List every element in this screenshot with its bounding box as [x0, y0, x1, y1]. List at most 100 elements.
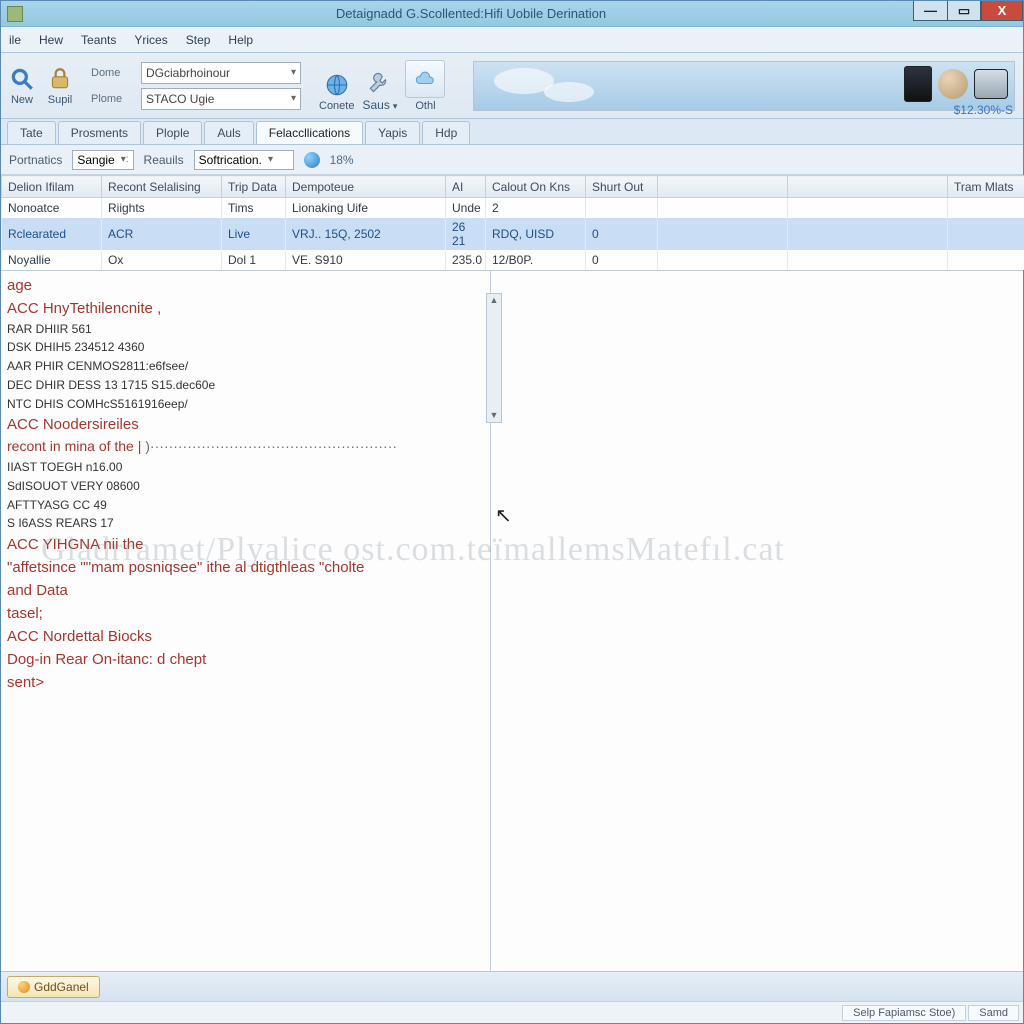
- account-balance: $12.30%-S: [954, 103, 1013, 137]
- menu-help[interactable]: Help: [228, 33, 253, 47]
- detail-line: S I6ASS REARS 17: [7, 515, 484, 532]
- section1-header: ACC HnyTethilencnite ,: [7, 298, 484, 319]
- lock-icon[interactable]: [47, 66, 73, 92]
- col-header[interactable]: Dempoteue: [286, 176, 446, 198]
- search-icon[interactable]: [9, 66, 35, 92]
- window-buttons: — ▭ X: [913, 1, 1023, 26]
- app-icon: [7, 6, 23, 22]
- bottom-bar: GddGanel: [1, 971, 1023, 1001]
- cloud-icon: [414, 70, 436, 88]
- banner: [473, 61, 1015, 111]
- col-header[interactable]: Recont Selalising: [102, 176, 222, 198]
- avatar-icon: [938, 69, 968, 99]
- table-row[interactable]: NonoatceRiightsTimsLionaking UifeUnde2: [2, 198, 1024, 218]
- detail-line: SdISOUOT VERY 08600: [7, 478, 484, 495]
- chevron-down-icon: ▾: [291, 67, 296, 78]
- wrench-icon[interactable]: [367, 70, 393, 96]
- age-label: age: [7, 275, 484, 296]
- ribbon-form: Dome DGciabrhoinour ▾ Plome STACO Ugie ▾: [91, 62, 301, 110]
- tab-tate[interactable]: Tate: [7, 121, 56, 144]
- menu-teants[interactable]: Teants: [81, 33, 116, 47]
- plome-value: STACO Ugie: [146, 92, 214, 106]
- col-header[interactable]: Calout On Kns: [486, 176, 586, 198]
- status-bar: Selp Fapiamsc Stoe) Samd: [1, 1001, 1023, 1023]
- softrication-combo[interactable]: Softrication.▾: [194, 150, 294, 170]
- printer-icon: [974, 69, 1008, 99]
- detail-pane: age ACC HnyTethilencnite , RAR DHIIR 561…: [1, 271, 491, 972]
- menu-hew[interactable]: Hew: [39, 33, 63, 47]
- section4-line1: Dog-in Rear On-itanc: d chept: [7, 649, 484, 670]
- help-icon[interactable]: [304, 152, 320, 168]
- menu-yrices[interactable]: Yrices: [134, 33, 167, 47]
- detail-line: AFTTYASG CC 49: [7, 497, 484, 514]
- detail-line: NTC DHIS COMHcS5161916eep/: [7, 396, 484, 413]
- close-button[interactable]: X: [981, 1, 1023, 21]
- col-header[interactable]: AI: [446, 176, 486, 198]
- minimize-button[interactable]: —: [913, 1, 947, 21]
- scroll-down-icon[interactable]: ▼: [490, 409, 499, 422]
- section2-body: IIAST TOEGH n16.00 SdISOUOT VERY 08600 AFT…: [7, 459, 484, 532]
- gddganel-button[interactable]: GddGanel: [7, 976, 100, 998]
- table-row[interactable]: RclearatedACRLiveVRJ.. 15Q, 250226 21RDQ…: [2, 218, 1024, 250]
- plome-combo[interactable]: STACO Ugie ▾: [141, 88, 301, 110]
- tab-auls[interactable]: Auls: [204, 121, 253, 144]
- menu-step[interactable]: Step: [186, 33, 211, 47]
- window-title: Detaignadd G.Scollented:Hifi Uobile Deri…: [29, 6, 913, 21]
- section4-line2: sent>: [7, 672, 484, 693]
- chevron-down-icon: ▾: [291, 93, 296, 104]
- tab-hdp[interactable]: Hdp: [422, 121, 470, 144]
- detail-line: DEC DHIR DESS 13 1715 S15.dec60e: [7, 377, 484, 394]
- table-row[interactable]: NoyallieOxDol 1VE. S910235.012/B0P.0: [2, 250, 1024, 270]
- status-right: Samd: [968, 1005, 1019, 1021]
- portnatics-label: Portnatics: [9, 153, 62, 167]
- tab-yapis[interactable]: Yapis: [365, 121, 420, 144]
- section3-header: ACC YIHGNA nii the: [7, 534, 484, 555]
- conete-label: Conete: [319, 100, 354, 112]
- title-bar: Detaignadd G.Scollented:Hifi Uobile Deri…: [1, 1, 1023, 27]
- cursor-icon: ↖: [495, 503, 512, 528]
- detail-line: IIAST TOEGH n16.00: [7, 459, 484, 476]
- col-header[interactable]: Tram Mlats: [948, 176, 1024, 198]
- tab-felaccllications[interactable]: Felaccllications: [256, 121, 363, 144]
- section4-header: ACC Nordettal Biocks: [7, 626, 484, 647]
- section2-sub: recont in mina of the |: [7, 437, 484, 457]
- col-header[interactable]: Delion Ifilam: [2, 176, 102, 198]
- data-grid[interactable]: Delion IfilamRecont SelalisingTrip DataD…: [1, 175, 1023, 271]
- col-header[interactable]: Shurt Out: [586, 176, 658, 198]
- globe-icon[interactable]: [324, 72, 350, 98]
- sangie-combo[interactable]: Sangie▾:: [72, 150, 133, 170]
- section3-line2: and Data: [7, 580, 484, 601]
- tab-prosments[interactable]: Prosments: [58, 121, 141, 144]
- status-left: Selp Fapiamsc Stoe): [842, 1005, 966, 1021]
- section2-header: ACC Noodersireiles: [7, 414, 484, 435]
- percent-label: 18%: [330, 153, 354, 167]
- scroll-up-icon[interactable]: ▲: [490, 294, 499, 307]
- section3-line1: "affetsince ""mam posniqsee" ithe al dti…: [7, 557, 484, 578]
- tabs: TateProsmentsPlopleAulsFelaccllicationsY…: [1, 119, 1023, 145]
- detail-line: AAR PHIR CENMOS2811:e6fsee/: [7, 358, 484, 375]
- scrollbar[interactable]: ▲ ▼: [486, 293, 502, 423]
- col-header[interactable]: [788, 176, 948, 198]
- detail-line: DSK DHIH5 234512 4360: [7, 339, 484, 356]
- col-header[interactable]: [658, 176, 788, 198]
- device-icon: [904, 66, 932, 102]
- detail-line: RAR DHIIR 561: [7, 321, 484, 338]
- maximize-button[interactable]: ▭: [947, 1, 981, 21]
- section3-line3: tasel;: [7, 603, 484, 624]
- new-group: New Supil: [9, 66, 73, 106]
- col-header[interactable]: Trip Data: [222, 176, 286, 198]
- menu-file[interactable]: ile: [9, 33, 21, 47]
- othi-button[interactable]: [405, 60, 445, 98]
- dome-combo[interactable]: DGciabrhoinour ▾: [141, 62, 301, 84]
- reauils-label: Reauils: [144, 153, 184, 167]
- tab-plople[interactable]: Plople: [143, 121, 202, 144]
- plome-label: Plome: [91, 93, 135, 105]
- dot-icon: [18, 981, 30, 993]
- dome-label: Dome: [91, 67, 135, 79]
- ribbon: New Supil Dome DGciabrhoinour ▾ Plome ST…: [1, 53, 1023, 119]
- saus-label: Saus ▾: [362, 98, 397, 112]
- dome-value: DGciabrhoinour: [146, 66, 230, 80]
- new-label: New: [11, 94, 33, 106]
- othi-label: Othl: [415, 100, 435, 112]
- content-area: age ACC HnyTethilencnite , RAR DHIIR 561…: [1, 271, 1023, 972]
